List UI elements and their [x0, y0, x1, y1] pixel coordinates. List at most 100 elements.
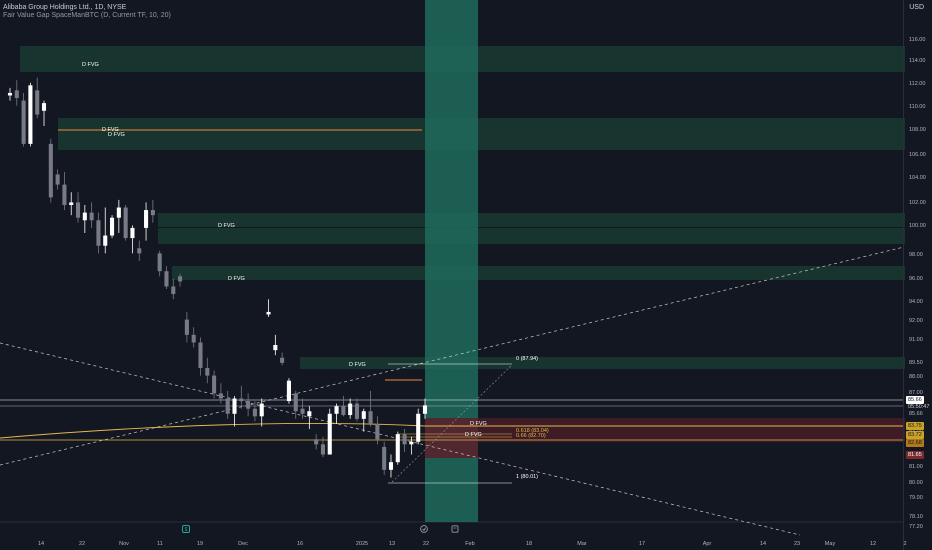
price-tick: 102.00: [909, 200, 926, 206]
candle-body: [280, 357, 285, 363]
candle-body: [55, 174, 60, 185]
price-tick: 89.50: [909, 360, 923, 366]
candle-body: [171, 286, 176, 295]
candle-body: [246, 401, 251, 409]
fvg-zone: [158, 228, 905, 244]
chart-title: Alibaba Group Holdings Ltd., 1D, NYSE: [3, 4, 127, 11]
time-tick: 23: [793, 541, 801, 547]
candle-body: [259, 403, 264, 417]
countdown-tag: 05:50:47: [908, 404, 930, 410]
time-tick: 13: [388, 541, 396, 547]
candle-body: [286, 380, 291, 402]
time-tick: May: [824, 541, 836, 547]
price-tick: 91.00: [909, 337, 923, 343]
candle-body: [382, 446, 387, 470]
candle-body: [7, 92, 13, 96]
candle-body: [416, 413, 421, 442]
time-tick: 14: [759, 541, 767, 547]
price-tick: 80.00: [909, 480, 923, 486]
candle-body: [409, 441, 414, 445]
time-tick: Feb: [465, 541, 475, 547]
fvg-label: D FVG: [465, 432, 482, 438]
price-tick: 94.00: [909, 299, 923, 305]
candle-body: [334, 406, 339, 414]
chart-canvas[interactable]: [0, 0, 932, 550]
price-tick: 104.00: [909, 175, 926, 181]
price-tick: 114.00: [909, 58, 926, 64]
candle-body: [116, 207, 121, 218]
fvg-label: D FVG: [82, 62, 99, 68]
candle-body: [198, 342, 203, 368]
candle-body: [164, 271, 169, 287]
dividends-icon[interactable]: $: [182, 525, 190, 533]
time-tick: Apr: [702, 541, 712, 547]
candle-body: [354, 403, 360, 419]
candle-body: [307, 411, 312, 417]
candle-body: [82, 212, 87, 221]
price-tag-1: 83.75: [906, 422, 924, 430]
price-tick: 78.10: [909, 514, 923, 520]
time-tick: Dec: [238, 541, 248, 547]
candle-body: [239, 398, 244, 402]
time-tick: Mar: [577, 541, 587, 547]
fvg-zone: [58, 132, 905, 150]
price-tick: 96.00: [909, 276, 923, 282]
candle-body: [375, 423, 380, 440]
candle-body: [21, 100, 26, 144]
candle-body: [69, 202, 74, 205]
fib-level-1-label: 1 (80.01): [516, 474, 539, 480]
candle-body: [35, 90, 40, 115]
candle-body: [341, 406, 346, 416]
candle-body: [205, 367, 210, 376]
price-tag-2: 83.72: [906, 431, 924, 439]
time-tick: 12: [869, 541, 877, 547]
candle-body: [388, 462, 394, 470]
candle-body: [89, 212, 94, 221]
fvg-zone: [300, 357, 905, 369]
time-tick: 22: [422, 541, 430, 547]
indicator-label[interactable]: Fair Value Gap SpaceManBTC (D, Current T…: [3, 12, 171, 19]
earnings-icon[interactable]: [420, 525, 428, 533]
fvg-zone: [158, 213, 905, 227]
time-tick: 14: [37, 541, 45, 547]
candle-body: [320, 444, 325, 455]
price-tick: 110.00: [909, 104, 926, 110]
price-tag-3: 82.68: [906, 439, 924, 447]
currency-label[interactable]: USD: [909, 4, 924, 11]
fvg-label: D FVG: [228, 276, 245, 282]
candle-body: [293, 393, 298, 412]
price-tick: 106.00: [909, 152, 926, 158]
candle-body: [300, 408, 305, 414]
candle-body: [62, 184, 67, 205]
price-tick: 92.00: [909, 318, 923, 324]
svg-text:$: $: [185, 527, 188, 533]
candle-body: [266, 311, 271, 315]
time-tick: 18: [525, 541, 533, 547]
price-tick: 98.00: [909, 252, 923, 258]
events-icon[interactable]: [451, 525, 459, 533]
candle-body: [150, 210, 155, 216]
candle-body: [232, 398, 237, 414]
candle-body: [157, 253, 162, 272]
candle-body: [422, 405, 428, 414]
price-tick: 108.00: [909, 127, 926, 133]
price-tick: 81.00: [909, 464, 923, 470]
time-tick: 16: [296, 541, 304, 547]
time-tick: 2: [903, 541, 907, 547]
candle-body: [395, 434, 400, 463]
candle-body: [212, 375, 217, 394]
candle-body: [361, 411, 366, 419]
candle-body: [103, 235, 108, 246]
candle-body: [191, 334, 196, 343]
candle-body: [402, 434, 407, 445]
fvg-label: D FVG: [349, 362, 366, 368]
candle-body: [75, 202, 81, 218]
price-tick: 112.00: [909, 81, 926, 87]
time-tick: 2025: [355, 541, 369, 547]
candle-body: [123, 207, 128, 239]
candle-body: [184, 319, 189, 335]
price-tick: 88.00: [909, 374, 923, 380]
candle-body: [368, 411, 373, 424]
price-tick: 77.20: [909, 524, 923, 530]
fvg-label: D FVG: [470, 421, 487, 427]
